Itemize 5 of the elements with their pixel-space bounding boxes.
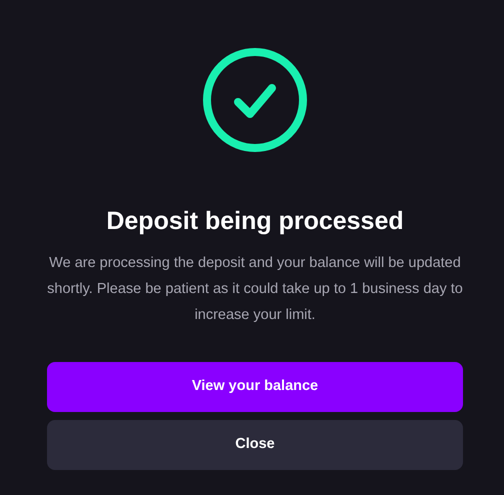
close-button[interactable]: Close <box>47 420 463 470</box>
check-circle-icon <box>203 48 307 152</box>
view-balance-button[interactable]: View your balance <box>47 362 463 412</box>
dialog-message: We are processing the deposit and your balance will be updated shortly. Please be patient as it could take up to 1 business day to increase your limit. <box>46 254 464 324</box>
dialog-title: Deposit being processed <box>105 206 405 237</box>
